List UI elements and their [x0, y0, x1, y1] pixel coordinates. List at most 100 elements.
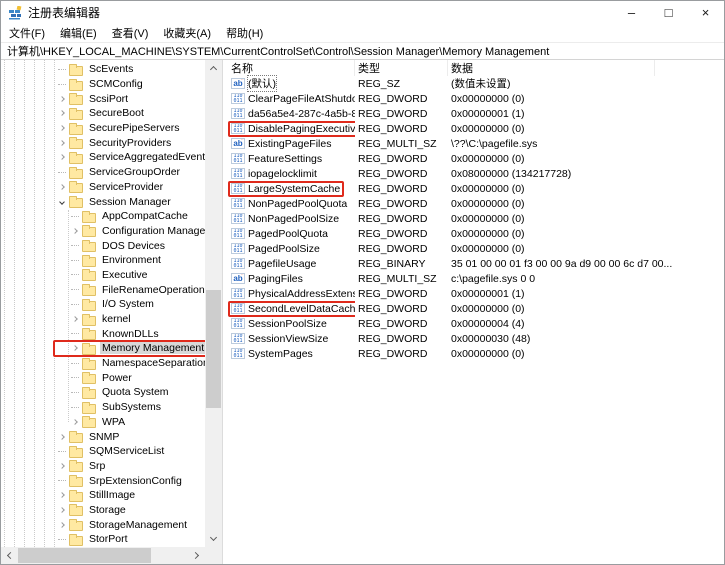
value-row-clearpagefileatshutdown[interactable]: 110 011 ClearPageFileAtShutdown REG_DWOR…	[228, 91, 724, 106]
tree-item-storage[interactable]: Storage	[1, 503, 205, 518]
favorites-menu[interactable]: 收藏夹(A)	[163, 25, 211, 41]
tree-item-scmconfig[interactable]: SCMConfig	[1, 77, 205, 92]
help-menu[interactable]: 帮助(H)	[226, 25, 263, 41]
value-row-systempages[interactable]: 110 011 SystemPages REG_DWORD 0x00000000…	[228, 346, 724, 361]
tree-item-session-manager[interactable]: Session Manager	[1, 194, 205, 209]
tree-item-memory-management[interactable]: Memory Management	[1, 341, 205, 356]
tree-item-appcompatcache[interactable]: AppCompatCache	[1, 209, 205, 224]
value-row-da56a5e4-287c-4a5b-8[interactable]: 110 011 da56a5e4-287c-4a5b-8... REG_DWOR…	[228, 106, 724, 121]
tree-item-sqmservicelist[interactable]: SQMServiceList	[1, 444, 205, 459]
value-row-disablepagingexecutive[interactable]: 110 011 DisablePagingExecutive REG_DWORD…	[228, 121, 724, 136]
value-row-nonpagedpoolquota[interactable]: 110 011 NonPagedPoolQuota REG_DWORD 0x00…	[228, 196, 724, 211]
value-row-item[interactable]: ab (默认) REG_SZ (数值未设置)	[228, 76, 724, 91]
tree-expander[interactable]	[55, 503, 69, 518]
tree-expander[interactable]	[68, 415, 82, 430]
tree-item-executive[interactable]: Executive	[1, 268, 205, 283]
tree-item-wpa[interactable]: WPA	[1, 415, 205, 430]
value-name: da56a5e4-287c-4a5b-8...	[248, 108, 355, 120]
file-menu[interactable]: 文件(F)	[9, 25, 45, 41]
value-name: iopagelocklimit	[248, 168, 317, 180]
tree-item-srp[interactable]: Srp	[1, 459, 205, 474]
tree-item-quota-system[interactable]: Quota System	[1, 385, 205, 400]
scroll-up-button[interactable]	[205, 60, 222, 77]
tree-item-scevents[interactable]: ScEvents	[1, 62, 205, 77]
edit-menu[interactable]: 编辑(E)	[60, 25, 97, 41]
value-row-secondleveldatacache[interactable]: 110 011 SecondLevelDataCache REG_DWORD 0…	[228, 301, 724, 316]
tree-item-stillimage[interactable]: StillImage	[1, 488, 205, 503]
vertical-scrollbar-thumb[interactable]	[206, 290, 221, 408]
scroll-down-button[interactable]	[205, 530, 222, 547]
tree-item-serviceaggregatedevents[interactable]: ServiceAggregatedEvents	[1, 150, 205, 165]
tree-expander[interactable]	[68, 224, 82, 239]
tree-expander[interactable]	[55, 135, 69, 150]
tree-item-dos-devices[interactable]: DOS Devices	[1, 238, 205, 253]
value-row-existingpagefiles[interactable]: ab ExistingPageFiles REG_MULTI_SZ \??\C:…	[228, 136, 724, 151]
tree-item-servicegrouporder[interactable]: ServiceGroupOrder	[1, 165, 205, 180]
value-row-sessionpoolsize[interactable]: 110 011 SessionPoolSize REG_DWORD 0x0000…	[228, 316, 724, 331]
tree-item-secureboot[interactable]: SecureBoot	[1, 106, 205, 121]
value-row-physicaladdressextension[interactable]: 110 011 PhysicalAddressExtension REG_DWO…	[228, 286, 724, 301]
tree-expander[interactable]	[55, 91, 69, 106]
value-row-pagingfiles[interactable]: ab PagingFiles REG_MULTI_SZ c:\pagefile.…	[228, 271, 724, 286]
tree-item-srpextensionconfig[interactable]: SrpExtensionConfig	[1, 473, 205, 488]
tree-expander[interactable]	[68, 341, 82, 356]
tree-expander[interactable]	[55, 429, 69, 444]
tree-item-scsiport[interactable]: ScsiPort	[1, 91, 205, 106]
binary-dword-icon: 110 011	[231, 333, 245, 344]
value-row-pagedpoolquota[interactable]: 110 011 PagedPoolQuota REG_DWORD 0x00000…	[228, 226, 724, 241]
value-row-iopagelocklimit[interactable]: 110 011 iopagelocklimit REG_DWORD 0x0800…	[228, 166, 724, 181]
tree-expander[interactable]	[55, 194, 69, 209]
tree-expander	[68, 253, 82, 268]
maximize-button[interactable]: □	[650, 1, 687, 24]
value-name-cell: ab PagingFiles	[228, 271, 355, 287]
scroll-left-button[interactable]	[1, 547, 18, 564]
tree-expander[interactable]	[55, 180, 69, 195]
scroll-right-button[interactable]	[188, 547, 205, 564]
values-list: ab (默认) REG_SZ (数值未设置) 110 011 ClearPage…	[228, 76, 724, 361]
binary-dword-icon: 110 011	[231, 183, 245, 194]
tree-expander[interactable]	[55, 106, 69, 121]
value-row-sessionviewsize[interactable]: 110 011 SessionViewSize REG_DWORD 0x0000…	[228, 331, 724, 346]
value-data: 0x00000000 (0)	[448, 243, 724, 255]
value-row-largesystemcache[interactable]: 110 011 LargeSystemCache REG_DWORD 0x000…	[228, 181, 724, 196]
view-menu[interactable]: 查看(V)	[112, 25, 149, 41]
value-data: 0x00000000 (0)	[448, 183, 724, 195]
tree-item-storport[interactable]: StorPort	[1, 532, 205, 547]
tree-vertical-scrollbar[interactable]	[205, 60, 222, 547]
tree-item-filerenameoperations[interactable]: FileRenameOperations	[1, 282, 205, 297]
tree-item-namespaceseparation[interactable]: NamespaceSeparation	[1, 356, 205, 371]
column-header-item[interactable]: 类型	[355, 60, 448, 76]
tree-item-kernel[interactable]: kernel	[1, 312, 205, 327]
tree-item-serviceprovider[interactable]: ServiceProvider	[1, 180, 205, 195]
address-bar[interactable]: 计算机\HKEY_LOCAL_MACHINE\SYSTEM\CurrentCon…	[1, 42, 724, 60]
tree-expander[interactable]	[55, 459, 69, 474]
chevron-right-icon	[59, 96, 65, 102]
close-button[interactable]: ×	[687, 1, 724, 24]
tree-expander[interactable]	[55, 488, 69, 503]
tree-item-i-o-system[interactable]: I/O System	[1, 297, 205, 312]
value-row-featuresettings[interactable]: 110 011 FeatureSettings REG_DWORD 0x0000…	[228, 151, 724, 166]
tree-item-storagemanagement[interactable]: StorageManagement	[1, 517, 205, 532]
chevron-right-icon	[72, 228, 78, 234]
tree-item-securepipeservers[interactable]: SecurePipeServers	[1, 121, 205, 136]
horizontal-scrollbar-thumb[interactable]	[18, 548, 151, 563]
folder-icon	[82, 389, 96, 399]
value-row-pagefileusage[interactable]: 110 011 PagefileUsage REG_BINARY 35 01 0…	[228, 256, 724, 271]
tree-item-environment[interactable]: Environment	[1, 253, 205, 268]
tree-item-subsystems[interactable]: SubSystems	[1, 400, 205, 415]
tree-item-securityproviders[interactable]: SecurityProviders	[1, 135, 205, 150]
tree-expander[interactable]	[55, 517, 69, 532]
tree-item-snmp[interactable]: SNMP	[1, 429, 205, 444]
value-name-wrap: ab PagingFiles	[228, 271, 307, 287]
tree-item-power[interactable]: Power	[1, 370, 205, 385]
tree-item-knowndlls[interactable]: KnownDLLs	[1, 326, 205, 341]
tree-horizontal-scrollbar[interactable]	[1, 547, 205, 564]
value-row-nonpagedpoolsize[interactable]: 110 011 NonPagedPoolSize REG_DWORD 0x000…	[228, 211, 724, 226]
tree-expander[interactable]	[55, 150, 69, 165]
column-header-item[interactable]: 数据	[448, 60, 655, 76]
minimize-button[interactable]: –	[613, 1, 650, 24]
value-row-pagedpoolsize[interactable]: 110 011 PagedPoolSize REG_DWORD 0x000000…	[228, 241, 724, 256]
tree-expander[interactable]	[68, 312, 82, 327]
tree-item-configuration-manager[interactable]: Configuration Manager	[1, 224, 205, 239]
tree-expander[interactable]	[55, 121, 69, 136]
